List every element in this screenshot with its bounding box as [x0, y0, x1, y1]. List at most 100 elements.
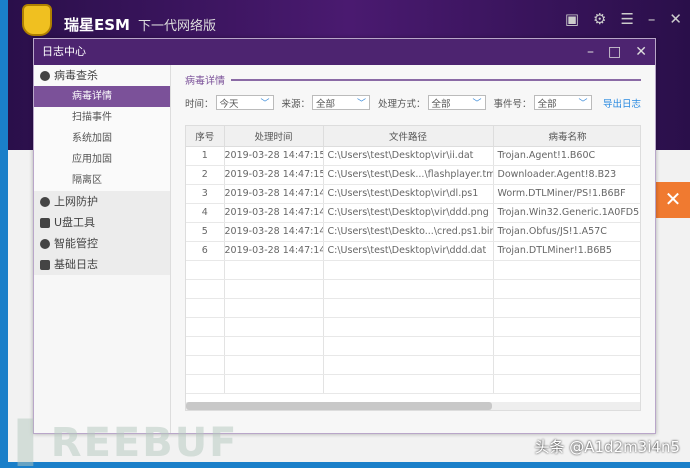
- cell-path: C:\Users\test\Deskto...\cred.ps1.bin: [323, 222, 494, 242]
- cell-path: [323, 374, 494, 394]
- source-select[interactable]: 全部 ﹀: [312, 95, 371, 110]
- freebuf-watermark: ▌REEBUF: [18, 420, 239, 466]
- cell-virus: Downloader.Agent!8.B23: [493, 165, 640, 185]
- notice-icon[interactable]: ▣: [565, 10, 579, 28]
- content-panel: 病毒详情 时间： 今天 ﹀ 来源： 全部 ﹀ 处理方式： 全部 ﹀ 事件号： 全部 ﹀ …: [171, 65, 655, 433]
- table-row[interactable]: 3 2019-03-28 14:47:14 C:\Users\test\Deskto…: [186, 184, 640, 204]
- cell-time: [224, 336, 324, 356]
- cell-path: C:\Users\test\Desktop\vir\ddd.png: [323, 203, 494, 223]
- side-close-button[interactable]: ✕: [656, 182, 690, 218]
- sidebar: 病毒查杀 病毒详情 扫描事件 系统加固 应用加固 隔离区 上网防护 U盘工具 智…: [34, 65, 171, 433]
- cell-virus: Trojan.Agent!1.B60C: [493, 146, 640, 166]
- cell-index: 5: [186, 222, 225, 242]
- cell-virus: Trojan.Win32.Generic.1A0FD5FA: [493, 203, 640, 223]
- cell-virus: [493, 317, 640, 337]
- cell-path: [323, 355, 494, 375]
- dialog-title: 日志中心: [42, 45, 86, 58]
- table-row[interactable]: [186, 298, 640, 318]
- cell-time: [224, 279, 324, 299]
- cell-time: 2019-03-28 14:47:15: [224, 146, 324, 166]
- cell-time: [224, 260, 324, 280]
- table-row[interactable]: 4 2019-03-28 14:47:14 C:\Users\test\Deskto…: [186, 203, 640, 223]
- column-header-index[interactable]: 序号: [186, 126, 225, 147]
- cell-index: [186, 336, 225, 356]
- sidebar-item-quarantine[interactable]: 隔离区: [34, 170, 170, 191]
- bolt-icon: [40, 70, 50, 81]
- cell-path: [323, 298, 494, 318]
- cell-time: 2019-03-28 14:47:14: [224, 241, 324, 261]
- table-row[interactable]: 5 2019-03-28 14:47:14 C:\Users\test\Deskto…: [186, 222, 640, 242]
- time-select[interactable]: 今天 ﹀: [215, 95, 274, 110]
- usb-lock-icon: [40, 217, 50, 228]
- cell-virus: [493, 374, 640, 394]
- event-label: 事件号：: [493, 98, 532, 110]
- cell-path: [323, 260, 494, 280]
- cell-index: 3: [186, 184, 225, 204]
- cell-virus: [493, 355, 640, 375]
- source-label: 来源：: [281, 98, 311, 110]
- method-select[interactable]: 全部 ﹀: [427, 95, 486, 110]
- sidebar-item-app-hardening[interactable]: 应用加固: [34, 149, 170, 170]
- cell-index: [186, 298, 225, 318]
- export-log-link[interactable]: 导出日志: [603, 96, 641, 110]
- cell-time: [224, 374, 324, 394]
- filter-bar: 时间： 今天 ﹀ 来源： 全部 ﹀ 处理方式： 全部 ﹀ 事件号： 全部 ﹀ 导出日志: [185, 95, 641, 110]
- cell-path: C:\Users\test\Desktop\vir\ddd.dat: [323, 241, 494, 261]
- cell-index: [186, 355, 225, 375]
- cell-time: [224, 298, 324, 318]
- cell-time: [224, 355, 324, 375]
- table-row[interactable]: [186, 260, 640, 280]
- log-book-icon: [40, 259, 50, 270]
- column-header-path[interactable]: 文件路径: [323, 126, 494, 147]
- column-header-time[interactable]: 处理时间: [224, 126, 324, 147]
- minimize-icon[interactable]: –: [587, 39, 594, 65]
- sidebar-group-web-protection[interactable]: 上网防护: [34, 191, 170, 212]
- cell-path: C:\Users\test\Desk...\flashplayer.tmp: [323, 165, 494, 185]
- table-row[interactable]: 6 2019-03-28 14:47:14 C:\Users\test\Deskto…: [186, 241, 640, 261]
- maximize-icon[interactable]: □: [608, 39, 621, 65]
- virus-table: 序号 处理时间 文件路径 病毒名称 1 2019-03-28 14:47:15 C:…: [185, 125, 641, 411]
- cell-path: [323, 336, 494, 356]
- close-icon[interactable]: ✕: [635, 39, 647, 65]
- cell-virus: [493, 260, 640, 280]
- gear-icon[interactable]: ⚙: [593, 10, 606, 28]
- table-row[interactable]: 1 2019-03-28 14:47:15 C:\Users\test\Deskto…: [186, 146, 640, 166]
- sidebar-group-virus-scan[interactable]: 病毒查杀: [34, 65, 170, 86]
- scrollbar-thumb[interactable]: [186, 402, 492, 410]
- sidebar-item-virus-details[interactable]: 病毒详情: [34, 86, 170, 107]
- table-row[interactable]: 2 2019-03-28 14:47:15 C:\Users\test\Desk..…: [186, 165, 640, 185]
- event-select[interactable]: 全部 ﹀: [533, 95, 592, 110]
- sidebar-item-system-hardening[interactable]: 系统加固: [34, 128, 170, 149]
- horizontal-scrollbar[interactable]: [186, 402, 640, 410]
- table-row[interactable]: [186, 279, 640, 299]
- cell-time: 2019-03-28 14:47:15: [224, 165, 324, 185]
- sidebar-group-usb-tools[interactable]: U盘工具: [34, 212, 170, 233]
- app-subtitle: 下一代网络版: [138, 19, 217, 34]
- cell-path: [323, 279, 494, 299]
- table-row[interactable]: [186, 355, 640, 375]
- chevron-down-icon: ﹀: [260, 99, 270, 109]
- sidebar-group-basic-logs[interactable]: 基础日志: [34, 254, 170, 275]
- time-label: 时间：: [185, 98, 214, 110]
- method-label: 处理方式：: [378, 98, 426, 110]
- cell-index: 2: [186, 165, 225, 185]
- table-row[interactable]: [186, 317, 640, 337]
- sidebar-group-smart-control[interactable]: 智能管控: [34, 233, 170, 254]
- menu-icon[interactable]: ☰: [620, 10, 633, 28]
- cell-virus: [493, 298, 640, 318]
- app-title: 瑞星ESM: [64, 16, 130, 34]
- minimize-icon[interactable]: –: [648, 10, 656, 28]
- chevron-down-icon: ﹀: [357, 99, 367, 109]
- sidebar-item-scan-events[interactable]: 扫描事件: [34, 107, 170, 128]
- close-icon[interactable]: ✕: [669, 10, 682, 28]
- lion-logo-icon: [22, 4, 52, 36]
- cell-time: 2019-03-28 14:47:14: [224, 203, 324, 223]
- column-header-virus[interactable]: 病毒名称: [493, 126, 640, 147]
- cell-index: [186, 374, 225, 394]
- table-row[interactable]: [186, 336, 640, 356]
- cell-time: 2019-03-28 14:47:14: [224, 184, 324, 204]
- table-row[interactable]: [186, 374, 640, 394]
- cell-virus: Trojan.DTLMiner!1.B6B5: [493, 241, 640, 261]
- chevron-down-icon: ﹀: [578, 99, 588, 109]
- cell-path: C:\Users\test\Desktop\vir\ii.dat: [323, 146, 494, 166]
